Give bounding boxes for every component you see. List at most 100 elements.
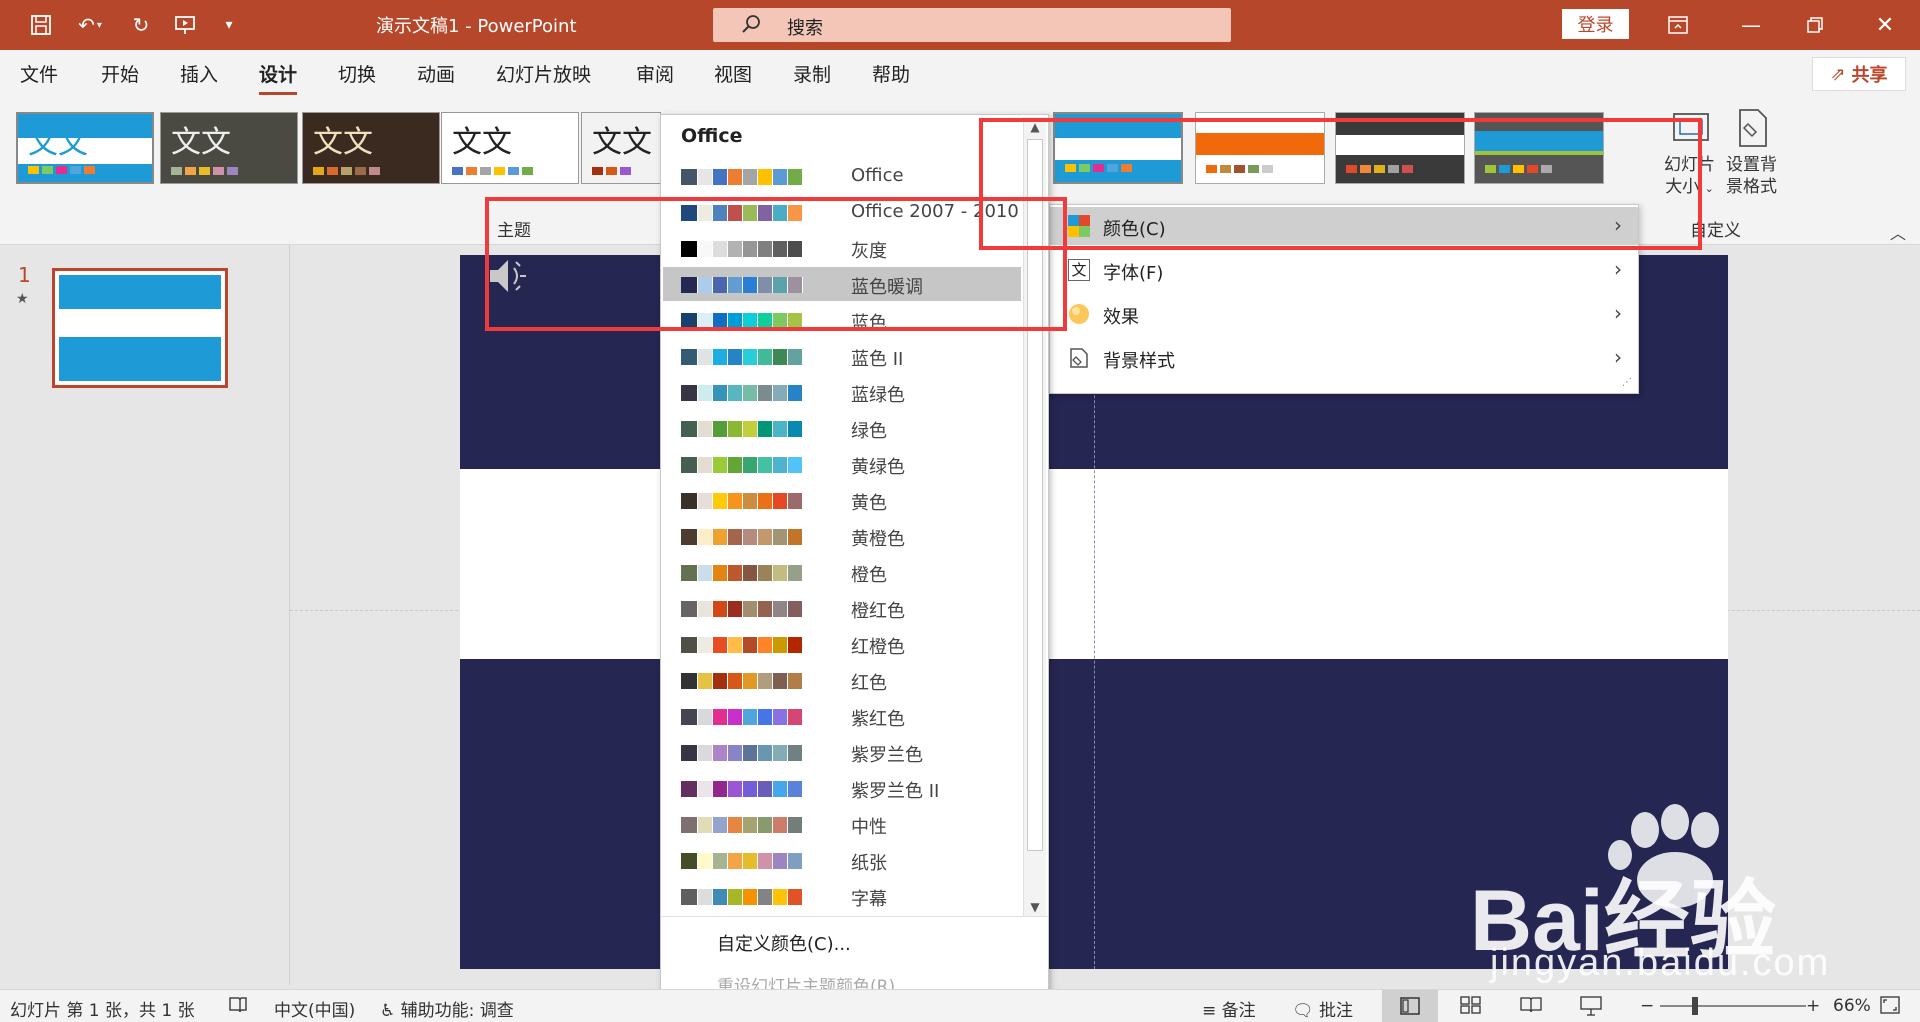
customize-toolbar-icon[interactable]: ▾ (214, 10, 244, 40)
slide-thumbnail[interactable] (52, 268, 228, 388)
zoom-slider[interactable] (1660, 1005, 1806, 1007)
color-scheme-item[interactable]: 紫红色 (663, 699, 1021, 733)
color-swatch (743, 637, 758, 653)
color-scheme-item[interactable]: 蓝色 II (663, 339, 1021, 373)
color-scheme-item[interactable]: 中性 (663, 807, 1021, 841)
color-swatch (758, 601, 773, 617)
color-swatch (728, 601, 743, 617)
color-scheme-item[interactable]: Office (663, 159, 1021, 193)
color-swatch (728, 709, 743, 725)
scroll-down-icon[interactable]: ▼ (1027, 899, 1043, 915)
color-swatch (698, 385, 713, 401)
theme-thumbnail-2[interactable]: 文文 (160, 112, 298, 184)
search-input[interactable]: 搜索 (713, 8, 1231, 42)
color-swatch (713, 493, 728, 509)
accessibility-status[interactable]: ♿ 辅助功能: 调查 (380, 996, 514, 1021)
ribbon-display-options-icon[interactable] (1653, 8, 1703, 42)
color-scheme-item[interactable]: 橙红色 (663, 591, 1021, 625)
resize-grip-icon[interactable]: ⋰ (1622, 377, 1632, 388)
submenu-effects[interactable]: 效果 › (1050, 295, 1638, 333)
zoom-in-icon[interactable]: + (1806, 996, 1820, 1016)
theme-thumbnail-3[interactable]: 文文 (302, 112, 440, 184)
close-icon[interactable]: ✕ (1860, 8, 1910, 42)
color-swatch (713, 781, 728, 797)
tab-design[interactable]: 设计 (259, 60, 298, 95)
color-swatch (728, 169, 743, 185)
tab-review[interactable]: 审阅 (636, 60, 674, 87)
undo-icon[interactable]: ↶ ▾ (70, 10, 110, 40)
color-swatch (743, 493, 758, 509)
color-swatch (743, 385, 758, 401)
color-scheme-label: 红橙色 (851, 637, 905, 658)
spell-check-icon[interactable] (228, 996, 248, 1019)
color-scheme-item[interactable]: 纸张 (663, 843, 1021, 877)
color-swatch (728, 745, 743, 761)
submenu-background-styles[interactable]: 背景样式 › (1050, 339, 1638, 377)
color-scheme-item[interactable]: 紫罗兰色 (663, 735, 1021, 769)
color-scheme-item[interactable]: 紫罗兰色 II (663, 771, 1021, 805)
redo-icon[interactable]: ↻ (126, 10, 156, 40)
chevron-down-icon: ⌄ (1704, 182, 1714, 195)
fit-to-window-icon[interactable] (1880, 996, 1900, 1019)
collapse-ribbon-icon[interactable]: ︿ (1890, 220, 1906, 244)
color-swatch (788, 709, 803, 725)
slideshow-view-icon[interactable] (1580, 996, 1602, 1021)
format-background-button[interactable]: 设置背 景格式 (1726, 154, 1777, 198)
color-swatch (713, 565, 728, 581)
notes-button[interactable]: ≡ 备注 (1202, 996, 1256, 1021)
tab-help[interactable]: 帮助 (872, 60, 910, 87)
tab-transitions[interactable]: 切换 (338, 60, 376, 87)
comment-icon: 🗨 (1292, 1001, 1314, 1021)
theme-thumbnail-5[interactable]: 文文 (581, 112, 661, 184)
zoom-level[interactable]: 66% (1833, 996, 1871, 1016)
tab-view[interactable]: 视图 (714, 60, 752, 87)
color-swatch (788, 817, 803, 833)
color-scheme-item[interactable]: 红橙色 (663, 627, 1021, 661)
color-swatch (681, 601, 698, 617)
color-scheme-item[interactable]: 橙色 (663, 555, 1021, 589)
color-scheme-item[interactable]: 黄色 (663, 483, 1021, 517)
minimize-icon[interactable]: — (1726, 8, 1776, 42)
color-swatch (758, 493, 773, 509)
restore-icon[interactable] (1790, 8, 1840, 42)
color-swatch-strip (681, 457, 803, 473)
color-scheme-item[interactable]: 绿色 (663, 411, 1021, 445)
theme-thumbnail-1[interactable]: 文文 (16, 112, 154, 184)
tab-file[interactable]: 文件 (20, 60, 58, 87)
color-scheme-item[interactable]: 黄橙色 (663, 519, 1021, 553)
color-swatch (758, 421, 773, 437)
tab-home[interactable]: 开始 (101, 60, 139, 87)
color-scheme-item[interactable]: 红色 (663, 663, 1021, 697)
language-indicator[interactable]: 中文(中国) (274, 996, 355, 1021)
tab-slideshow[interactable]: 幻灯片放映 (496, 60, 591, 87)
color-scheme-label: 字幕 (851, 889, 887, 910)
color-swatch (728, 781, 743, 797)
color-swatch (773, 457, 788, 473)
tab-record[interactable]: 录制 (793, 60, 831, 87)
custom-colors-item[interactable]: 自定义颜色(C)... (717, 930, 851, 956)
zoom-slider-thumb[interactable] (1692, 997, 1698, 1015)
theme-thumbnail-4[interactable]: 文文 (441, 112, 579, 184)
color-swatch (728, 889, 743, 905)
login-button[interactable]: 登录 (1562, 9, 1629, 39)
color-scheme-label: 中性 (851, 817, 887, 838)
submenu-fonts[interactable]: 文 字体(F) › (1050, 251, 1638, 289)
color-scheme-item[interactable]: 字幕 (663, 879, 1021, 913)
comments-button[interactable]: 🗨 批注 (1292, 996, 1353, 1021)
present-from-start-icon[interactable] (170, 10, 200, 40)
reading-view-icon[interactable] (1520, 996, 1542, 1019)
color-swatch (788, 673, 803, 689)
normal-view-button[interactable] (1382, 990, 1438, 1022)
slide-sorter-icon[interactable] (1460, 996, 1482, 1019)
color-swatch (758, 745, 773, 761)
tab-insert[interactable]: 插入 (180, 60, 218, 87)
share-button[interactable]: ⇗ 共享 (1812, 57, 1906, 91)
search-placeholder: 搜索 (787, 18, 823, 39)
tab-animations[interactable]: 动画 (417, 60, 455, 87)
format-background-icon[interactable] (1730, 106, 1776, 150)
save-icon[interactable] (26, 10, 56, 40)
color-scheme-item[interactable]: 黄绿色 (663, 447, 1021, 481)
zoom-out-icon[interactable]: − (1640, 996, 1654, 1016)
color-scheme-item[interactable]: 蓝绿色 (663, 375, 1021, 409)
color-swatch (743, 565, 758, 581)
